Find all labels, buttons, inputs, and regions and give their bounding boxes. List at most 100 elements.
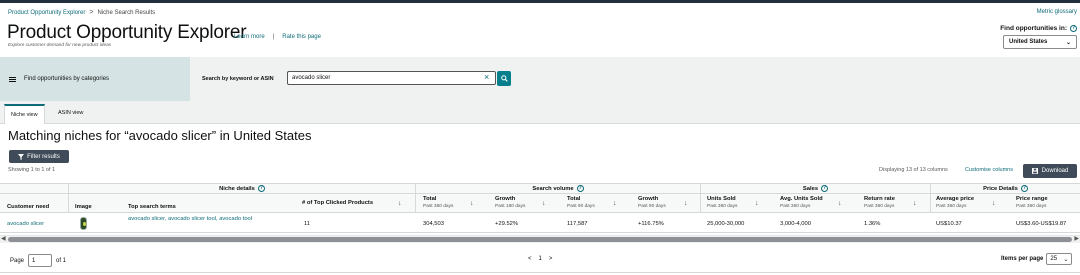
download-icon <box>1031 168 1038 174</box>
sort-arrow-icon[interactable]: ↓ <box>613 200 617 207</box>
tabs-band <box>0 101 1080 124</box>
scrollbar-thumb[interactable] <box>8 237 1072 242</box>
top-bar <box>0 0 1080 3</box>
download-button[interactable]: Download <box>1023 164 1077 178</box>
find-opportunities-label: Find opportunities in: ? <box>1000 25 1077 32</box>
col-growth-90[interactable]: Growth Past 90 days <box>638 196 666 210</box>
scroll-right-icon[interactable]: ▶ <box>1074 235 1079 242</box>
group-sales: Sales? <box>700 183 930 194</box>
sort-arrow-icon[interactable]: ↓ <box>542 200 546 207</box>
country-value: United States <box>1009 39 1048 45</box>
customise-columns-link[interactable]: Customise columns <box>965 167 1013 173</box>
col-sub: Past 360 days <box>936 204 967 209</box>
sort-arrow-icon[interactable]: ↓ <box>398 200 402 207</box>
col-top-search-terms[interactable]: Top search terms <box>128 204 176 211</box>
customer-need-link[interactable]: avocado slicer <box>7 221 44 227</box>
breadcrumb-root-link[interactable]: Product Opportunity Explorer <box>8 10 85 16</box>
col-label: Avg. Units Sold <box>780 196 823 202</box>
learn-more-link[interactable]: Learn more <box>234 34 265 40</box>
col-total-360[interactable]: Total Past 360 days <box>423 196 453 210</box>
col-label: Growth <box>638 196 659 202</box>
product-thumbnail[interactable] <box>80 217 87 230</box>
clear-icon[interactable]: × <box>484 73 489 82</box>
group-search-label: Search volume <box>532 185 574 192</box>
download-label: Download <box>1041 168 1069 174</box>
items-per-page-select[interactable]: 25 ⌄ <box>1046 253 1073 265</box>
group-sales-label: Sales <box>802 185 819 192</box>
col-label: Growth <box>495 196 516 202</box>
help-icon[interactable]: ? <box>821 185 829 192</box>
col-customer-need[interactable]: Customer need <box>7 204 49 211</box>
col-label: Price range <box>1016 196 1048 202</box>
return-rate-value: 1.36% <box>864 221 881 227</box>
help-icon[interactable]: ? <box>576 185 584 192</box>
tab-asin-view[interactable]: ASIN view <box>52 104 89 124</box>
page-of-label: of 1 <box>56 257 67 264</box>
col-sub: Past 360 days <box>780 204 811 209</box>
sort-arrow-icon[interactable]: ↓ <box>470 200 474 207</box>
rate-page-link[interactable]: Rate this page <box>282 34 321 40</box>
total-90-value: 117,587 <box>567 221 588 227</box>
col-avg-units-sold[interactable]: Avg. Units Sold Past 360 days <box>780 196 823 210</box>
col-label: Total <box>423 196 437 202</box>
col-label: Units Sold <box>707 196 736 202</box>
col-total-90[interactable]: Total Past 90 days <box>567 196 595 210</box>
col-label: Return rate <box>864 196 895 202</box>
col-top-clicked[interactable]: # of Top Clicked Products <box>302 200 373 207</box>
sort-arrow-icon[interactable]: ↓ <box>838 200 842 207</box>
group-niche-details: Niche details? <box>68 183 415 194</box>
filter-results-button[interactable]: Filter results <box>9 150 69 163</box>
page-number-input[interactable]: 1 <box>28 254 53 267</box>
average-price-value: US$10.37 <box>936 221 962 227</box>
col-sub: Past 360 days <box>864 204 895 209</box>
group-search-volume: Search volume? <box>415 183 700 194</box>
group-price-label: Price Details <box>983 185 1018 192</box>
tab-niche-view[interactable]: Niche view <box>4 104 45 124</box>
country-select[interactable]: United States ⌄ <box>1003 35 1077 49</box>
page-label: Page <box>10 257 25 264</box>
page-title: Product Opportunity Explorer <box>7 22 247 43</box>
categories-panel[interactable]: Find opportunities by categories <box>0 57 190 101</box>
search-input[interactable]: avocado slicer <box>287 71 496 85</box>
col-sub: Past 90 days <box>567 204 595 209</box>
items-per-page-value: 25 <box>1050 256 1058 262</box>
footer-divider <box>0 272 1080 273</box>
categories-label: Find opportunities by categories <box>24 76 110 82</box>
help-icon[interactable]: ? <box>1070 25 1077 32</box>
col-return-rate[interactable]: Return rate Past 360 days <box>864 196 895 210</box>
group-price-details: Price Details? <box>930 183 1080 194</box>
total-360-value: 304,503 <box>423 221 444 227</box>
growth-180-value: +29.52% <box>495 221 519 227</box>
columns-count: Displaying 13 of 13 columns <box>879 167 948 173</box>
col-growth-180[interactable]: Growth Past 180 days <box>495 196 525 210</box>
sort-arrow-icon[interactable]: ↓ <box>684 200 688 207</box>
price-range-value: US$3.60-US$19.87 <box>1016 221 1067 227</box>
menu-icon <box>9 76 16 82</box>
top-search-terms-link[interactable]: avocado slicer, avocado slicer tool, avo… <box>128 216 298 222</box>
scroll-left-icon[interactable]: ◀ <box>1 235 6 242</box>
results-heading: Matching niches for “avocado slicer” in … <box>8 128 312 143</box>
metric-glossary-link[interactable]: Metric glossary <box>1037 9 1077 15</box>
col-sub: Past 90 days <box>638 204 666 209</box>
sort-arrow-icon[interactable]: ↓ <box>992 200 996 207</box>
next-page-button[interactable]: > <box>549 256 553 262</box>
prev-page-button[interactable]: < <box>528 256 532 262</box>
units-sold-value: 25,000-30,000 <box>707 221 745 227</box>
col-sub: Past 180 days <box>495 204 526 209</box>
avg-units-value: 3,000-4,000 <box>780 221 811 227</box>
col-label: Average price <box>936 196 975 202</box>
search-label: Search by keyword or ASIN <box>202 76 274 82</box>
sort-arrow-icon[interactable]: ↓ <box>755 200 759 207</box>
search-icon <box>500 75 508 82</box>
sort-arrow-icon[interactable]: ↓ <box>913 200 917 207</box>
pagination: < 1 > <box>528 256 552 262</box>
search-button[interactable] <box>497 71 511 86</box>
col-price-range[interactable]: Price range Past 360 days <box>1016 196 1048 210</box>
col-average-price[interactable]: Average price Past 360 days <box>936 196 974 210</box>
col-sub: Past 360 days <box>707 204 738 209</box>
col-units-sold[interactable]: Units Sold Past 360 days <box>707 196 737 210</box>
help-icon[interactable]: ? <box>1020 185 1028 192</box>
filter-icon <box>18 153 25 160</box>
current-page[interactable]: 1 <box>539 256 542 262</box>
help-icon[interactable]: ? <box>257 185 265 192</box>
